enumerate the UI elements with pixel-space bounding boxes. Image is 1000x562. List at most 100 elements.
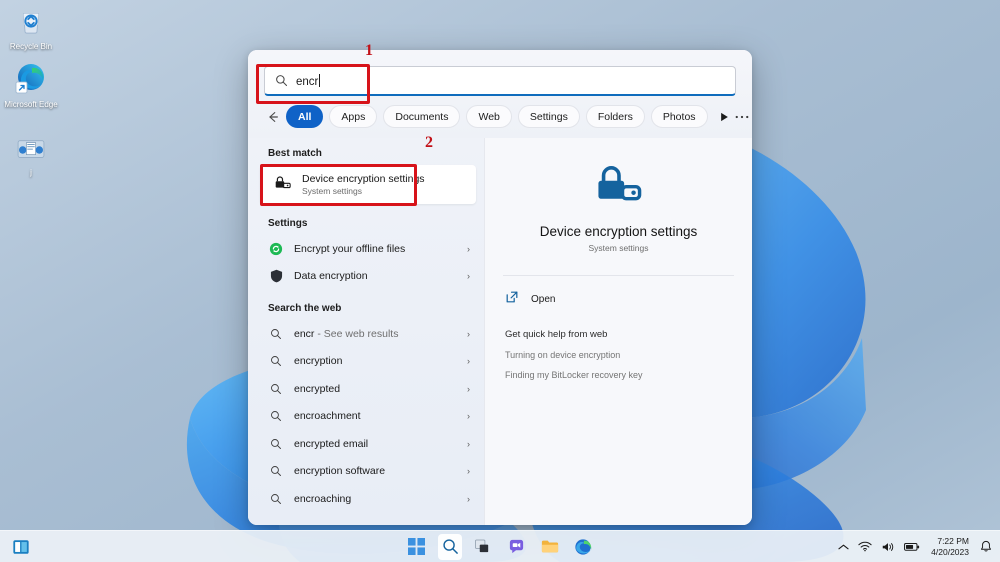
chevron-right-icon: › bbox=[467, 411, 470, 422]
search-icon bbox=[268, 381, 284, 397]
chevron-right-icon: › bbox=[467, 466, 470, 477]
filter-chip-folders[interactable]: Folders bbox=[585, 105, 645, 128]
web-result-6[interactable]: encroaching › bbox=[248, 485, 484, 513]
best-match-result[interactable]: Device encryption settings System settin… bbox=[260, 165, 476, 204]
search-preview-pane: Device encryption settings System settin… bbox=[484, 138, 752, 525]
preview-header: Device encryption settings System settin… bbox=[485, 138, 752, 253]
settings-result-encrypt-offline-files[interactable]: Encrypt your offline files › bbox=[248, 235, 484, 262]
preview-open-label: Open bbox=[531, 294, 556, 305]
search-panel-header: encr All Apps Documents Web Settings Fol… bbox=[248, 50, 752, 138]
settings-result-label: Encrypt your offline files bbox=[294, 242, 406, 255]
chevron-right-icon: › bbox=[467, 438, 470, 449]
play-icon[interactable] bbox=[720, 106, 729, 128]
task-view-button[interactable] bbox=[472, 534, 495, 560]
settings-result-data-encryption[interactable]: Data encryption › bbox=[248, 262, 484, 289]
device-encryption-large-icon bbox=[485, 164, 752, 206]
open-external-icon bbox=[505, 290, 519, 309]
text-caret bbox=[319, 73, 321, 87]
clock-time: 7:22 PM bbox=[937, 535, 969, 546]
preview-open-action[interactable]: Open bbox=[485, 276, 752, 321]
chevron-right-icon: › bbox=[467, 383, 470, 394]
filter-chip-documents[interactable]: Documents bbox=[383, 105, 461, 128]
best-match-subtitle: System settings bbox=[302, 186, 362, 196]
filter-chip-photos[interactable]: Photos bbox=[650, 105, 708, 128]
sync-green-icon bbox=[268, 241, 284, 257]
chevron-right-icon: › bbox=[467, 243, 470, 254]
search-icon bbox=[275, 74, 288, 87]
preview-help-link-1[interactable]: Finding my BitLocker recovery key bbox=[485, 360, 752, 380]
search-input[interactable]: encr bbox=[264, 66, 736, 96]
widgets-icon[interactable] bbox=[8, 534, 34, 560]
filter-chip-settings[interactable]: Settings bbox=[517, 105, 580, 128]
search-icon bbox=[268, 326, 284, 342]
notification-icon[interactable] bbox=[980, 540, 992, 553]
web-result-label: encryption bbox=[294, 355, 343, 368]
web-result-2[interactable]: encrypted › bbox=[248, 375, 484, 403]
desktop-icon-label: Microsoft Edge bbox=[4, 100, 58, 109]
web-result-4[interactable]: encrypted email › bbox=[248, 430, 484, 458]
web-result-label: encrypted email bbox=[294, 437, 369, 450]
search-results-body: Best match Device encryption settings Sy… bbox=[248, 138, 752, 525]
annotation-number-2: 2 bbox=[425, 134, 433, 151]
search-button[interactable] bbox=[438, 533, 462, 560]
chat-button[interactable] bbox=[505, 534, 528, 560]
web-result-label: encroachment bbox=[294, 410, 361, 423]
taskbar-clock[interactable]: 7:22 PM 4/20/2023 bbox=[929, 536, 971, 557]
wifi-icon[interactable] bbox=[858, 541, 872, 552]
shield-dark-icon bbox=[268, 268, 284, 284]
chevron-right-icon: › bbox=[467, 270, 470, 281]
filter-chip-web[interactable]: Web bbox=[466, 105, 512, 128]
filter-chip-all[interactable]: All bbox=[286, 105, 324, 128]
best-match-wrapper: Device encryption settings System settin… bbox=[248, 165, 484, 204]
web-result-label: encr - See web results bbox=[294, 327, 399, 340]
chevron-right-icon: › bbox=[467, 356, 470, 367]
search-icon bbox=[268, 436, 284, 452]
filter-chip-apps[interactable]: Apps bbox=[329, 105, 378, 128]
web-result-label: encroaching bbox=[294, 492, 352, 505]
section-header-settings: Settings bbox=[268, 218, 308, 229]
file-explorer-button[interactable] bbox=[538, 534, 561, 560]
section-header-search-the-web: Search the web bbox=[268, 303, 342, 314]
taskbar-left bbox=[8, 534, 34, 560]
desktop: Recycle Bin Microsoft Edge j encr All Ap… bbox=[0, 0, 1000, 562]
recycle-bin-icon bbox=[2, 6, 60, 39]
clock-date: 4/20/2023 bbox=[931, 546, 969, 557]
web-result-label: encryption software bbox=[294, 465, 386, 478]
taskbar: 7:22 PM 4/20/2023 bbox=[0, 530, 1000, 562]
web-result-1[interactable]: encryption › bbox=[248, 348, 484, 376]
best-match-text: Device encryption settings System settin… bbox=[302, 173, 425, 196]
device-encryption-icon bbox=[274, 175, 291, 195]
start-button[interactable] bbox=[405, 534, 428, 560]
web-result-label: encrypted bbox=[294, 382, 341, 395]
search-icon bbox=[268, 353, 284, 369]
speaker-icon[interactable] bbox=[881, 541, 895, 553]
search-results-list: Best match Device encryption settings Sy… bbox=[248, 138, 484, 525]
preview-help-header: Get quick help from web bbox=[505, 329, 608, 340]
back-arrow-icon[interactable] bbox=[266, 107, 280, 127]
preview-subtitle: System settings bbox=[588, 243, 649, 253]
battery-icon[interactable] bbox=[904, 542, 920, 552]
desktop-icon-microsoft-edge[interactable]: Microsoft Edge bbox=[2, 62, 60, 110]
ellipsis-icon[interactable] bbox=[735, 106, 749, 128]
chevron-right-icon: › bbox=[467, 493, 470, 504]
chevron-right-icon: › bbox=[467, 328, 470, 339]
web-result-5[interactable]: encryption software › bbox=[248, 458, 484, 486]
settings-result-label: Data encryption bbox=[294, 269, 368, 282]
best-match-title: Device encryption settings bbox=[302, 173, 425, 185]
system-tray: 7:22 PM 4/20/2023 bbox=[838, 536, 992, 557]
chevron-up-icon[interactable] bbox=[838, 543, 849, 551]
media-shortcut-icon bbox=[2, 138, 60, 165]
web-result-3[interactable]: encroachment › bbox=[248, 403, 484, 431]
annotation-number-1: 1 bbox=[365, 42, 373, 59]
section-header-best-match: Best match bbox=[268, 148, 322, 159]
desktop-icon-label: Recycle Bin bbox=[9, 42, 53, 51]
desktop-icon-recycle-bin[interactable]: Recycle Bin bbox=[2, 6, 60, 52]
desktop-icon-media-shortcut[interactable]: j bbox=[2, 138, 60, 178]
preview-help-link-0[interactable]: Turning on device encryption bbox=[485, 340, 752, 360]
windows-search-panel: encr All Apps Documents Web Settings Fol… bbox=[248, 50, 752, 525]
search-icon bbox=[268, 463, 284, 479]
desktop-icon-label: j bbox=[30, 168, 32, 177]
edge-button[interactable] bbox=[572, 534, 595, 560]
search-filter-chips: All Apps Documents Web Settings Folders … bbox=[264, 96, 748, 138]
web-result-0[interactable]: encr - See web results › bbox=[248, 320, 484, 348]
